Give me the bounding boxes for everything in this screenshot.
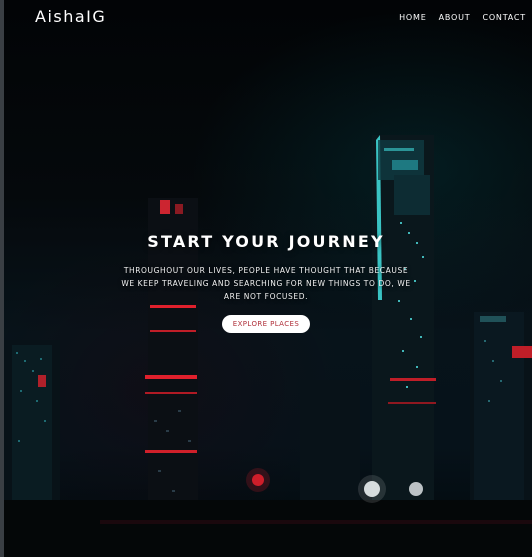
hero-subtitle: THROUGHOUT OUR LIVES, PEOPLE HAVE THOUGH… (121, 266, 411, 301)
explore-places-button[interactable]: EXPLORE PLACES (221, 315, 311, 333)
navbar: AishaIG HOME ABOUT CONTACT (0, 0, 532, 36)
nav-link-home[interactable]: HOME (399, 13, 426, 22)
hero-content: START YOUR JOURNEY THROUGHOUT OUR LIVES,… (0, 232, 532, 333)
nav-link-contact[interactable]: CONTACT (482, 13, 526, 22)
nav-link-about[interactable]: ABOUT (439, 13, 471, 22)
hero-section: AishaIG HOME ABOUT CONTACT START YOUR JO… (0, 0, 532, 557)
nav-menu: HOME ABOUT CONTACT (399, 13, 526, 22)
brand-logo[interactable]: AishaIG (35, 7, 106, 26)
hero-title: START YOUR JOURNEY (147, 232, 385, 251)
